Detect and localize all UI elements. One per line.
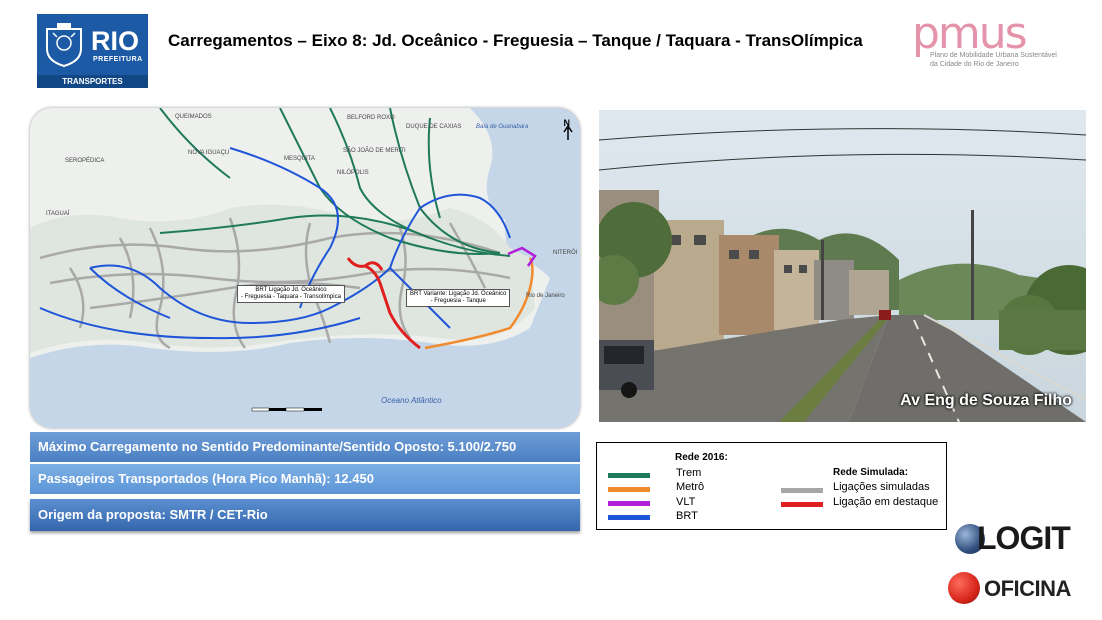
network-map: QUEIMADOS BELFORD ROXO DUQUE DE CAXIAS S… (30, 108, 580, 428)
legend-swatch-brt (608, 515, 650, 520)
oficina-ball-icon (948, 572, 980, 604)
logo-rio-text: RIO (91, 26, 140, 56)
callout1-line2: - Freguesia - Taquara - Transolímpica (241, 294, 341, 300)
map-label-mesquita: MESQUITA (284, 156, 315, 162)
pmus-logo: pmus Plano de Mobilidade Urbana Sustentá… (912, 8, 1072, 72)
map-label-sao-joao-de-meriti: SÃO JOÃO DE MERITI (343, 148, 406, 154)
map-legend: Rede 2016: Trem Metrô VLT BRT Rede Simul… (596, 442, 947, 530)
legend-swatch-metro (608, 487, 650, 492)
street-photo: Av Eng de Souza Filho (599, 110, 1086, 422)
map-label-queimados: QUEIMADOS (175, 114, 212, 120)
info-max-load: Máximo Carregamento no Sentido Predomina… (30, 432, 580, 462)
rio-prefeitura-logo: RIO PREFEITURA TRANSPORTES (37, 14, 148, 88)
legend-label-simuladas: Ligações simuladas (833, 481, 930, 493)
logit-wordmark: LOGIT (977, 520, 1071, 556)
callout2-line2: - Freguesia - Tanque (430, 298, 486, 304)
pmus-subtitle-line2: da Cidade do Rio de Janeiro (930, 61, 1019, 68)
legend-simulada-title: Rede Simulada: (833, 467, 909, 478)
callout1-line1: BRT Ligação Jd. Oceânico (255, 287, 327, 293)
map-label-belford-roxo: BELFORD ROXO (347, 115, 395, 121)
callout2-line1: BRT Variante: Ligação Jd. Oceânico (410, 291, 507, 297)
photo-caption: Av Eng de Souza Filho (900, 392, 1072, 409)
map-label-rio-de-janeiro: Rio de Janeiro (526, 293, 565, 299)
legend-label-destaque: Ligação em destaque (833, 496, 939, 508)
map-label-niteroi: NITERÓI (553, 250, 578, 256)
legend-label-metro: Metrô (676, 481, 705, 493)
rio-crest-icon (46, 23, 82, 67)
map-label-ocean: Oceano Atlântico (381, 396, 442, 405)
oficina-logo: OFICINA (948, 570, 1073, 608)
map-label-bay: Baía de Guanabara (476, 124, 529, 130)
map-label-itaguai: ITAGUAÍ (46, 211, 70, 217)
logo-transportes-text: TRANSPORTES (37, 75, 148, 88)
legend-rede2016-title: Rede 2016: (675, 452, 728, 463)
legend-label-vlt: VLT (676, 496, 696, 508)
map-label-nova-iguacu: NOVA IGUAÇU (188, 150, 230, 156)
logit-logo: LOGIT (955, 520, 1071, 558)
info-origin: Origem da proposta: SMTR / CET-Rio (30, 499, 580, 531)
legend-label-trem: Trem (676, 467, 702, 479)
legend-swatch-vlt (608, 501, 650, 506)
legend-swatch-trem (608, 473, 650, 478)
map-callout-brt-link: BRT Ligação Jd. Oceânico - Freguesia - T… (237, 285, 345, 303)
north-arrow-label: N (563, 118, 571, 128)
logo-prefeitura-text: PREFEITURA (93, 56, 143, 63)
oficina-wordmark: OFICINA (984, 576, 1071, 601)
map-label-duque-de-caxias: DUQUE DE CAXIAS (406, 124, 462, 130)
pmus-subtitle-line1: Plano de Mobilidade Urbana Sustentável (930, 52, 1057, 59)
map-label-nilopolis: NILÓPOLIS (337, 170, 369, 176)
map-callout-brt-variant: BRT Variante: Ligação Jd. Oceânico - Fre… (406, 289, 511, 307)
page-title: Carregamentos – Eixo 8: Jd. Oceânico - F… (168, 31, 863, 50)
street-photo-graphic (599, 110, 1086, 422)
legend-label-brt: BRT (676, 510, 698, 522)
legend-swatch-simuladas (781, 488, 823, 493)
info-passengers: Passageiros Transportados (Hora Pico Man… (30, 464, 580, 494)
legend-swatch-destaque (781, 502, 823, 507)
map-label-seropedica: SEROPÉDICA (65, 158, 105, 164)
